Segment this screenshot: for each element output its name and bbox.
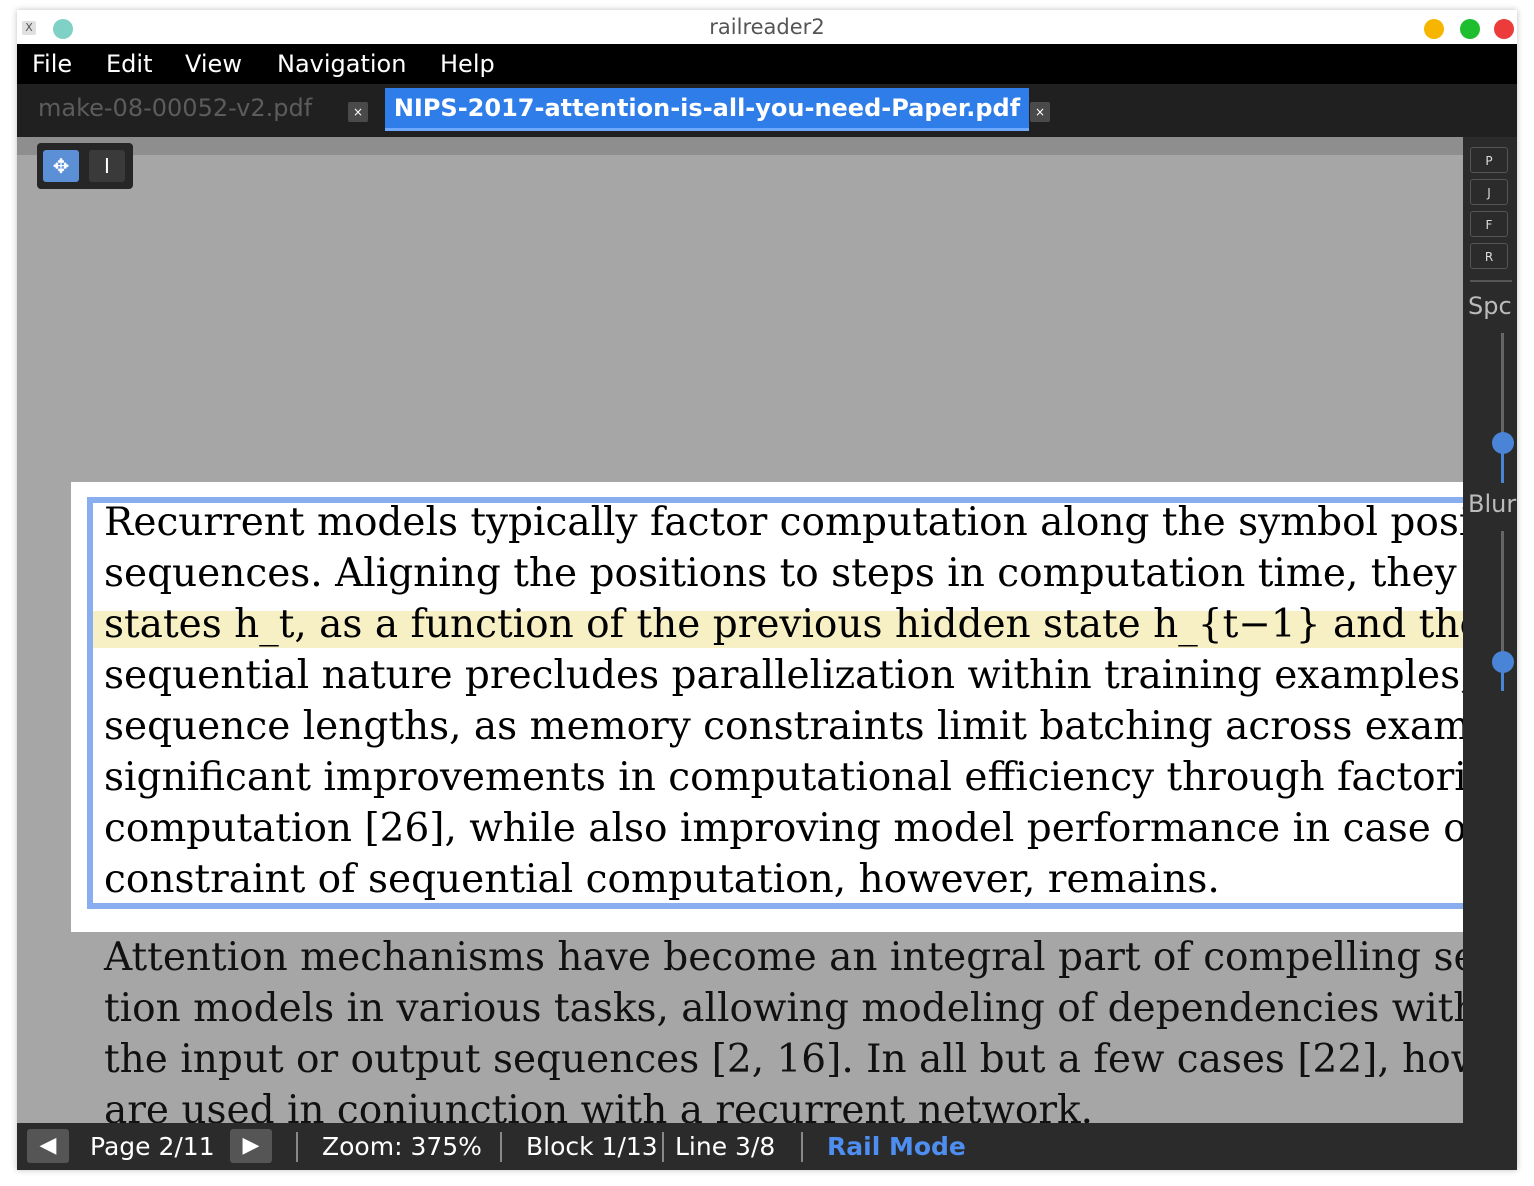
tab-close-icon[interactable]: × (348, 102, 368, 122)
blur-label: Blur (1468, 490, 1517, 518)
sidebar-divider (1470, 280, 1512, 282)
tab-attention-pdf[interactable]: NIPS-2017-attention-is-all-you-need-Pape… (385, 88, 1029, 131)
block-line: Recurrent models typically factor comput… (104, 500, 1463, 545)
menu-bar: File Edit View Navigation Help (17, 44, 1517, 84)
speed-slider-track[interactable] (1501, 333, 1504, 443)
line-indicator: Line 3/8 (675, 1132, 776, 1161)
tab-bar: make-08-00052-v2.pdf × NIPS-2017-attenti… (17, 84, 1517, 137)
window-title: railreader2 (709, 15, 825, 39)
sidebar-button-p[interactable]: P (1470, 147, 1508, 173)
document-viewer[interactable]: ✥ I Recurrent models typically factor co… (17, 137, 1463, 1123)
mode-indicator: Rail Mode (827, 1132, 966, 1161)
sidebar-button-r[interactable]: R (1470, 243, 1508, 269)
status-bar: ◀ Page 2/11 ▶ Zoom: 375% Block 1/13 Line… (17, 1123, 1517, 1170)
next-block-line: tion models in various tasks, allowing m… (104, 986, 1463, 1031)
next-page-button[interactable]: ▶ (230, 1129, 272, 1163)
minimize-button[interactable] (1424, 19, 1444, 39)
tab-close-icon[interactable]: × (1030, 102, 1050, 122)
tool-group: ✥ I (37, 143, 133, 189)
zoom-indicator: Zoom: 375% (322, 1132, 482, 1161)
app-window: X railreader2 File Edit View Navigation … (17, 10, 1517, 1170)
menu-help[interactable]: Help (440, 44, 495, 84)
viewer-top-band (17, 137, 1463, 155)
title-bar[interactable]: X railreader2 (17, 10, 1517, 44)
next-block-line: Attention mechanisms have become an inte… (104, 935, 1463, 980)
next-block-line: the input or output sequences [2, 16]. I… (104, 1037, 1463, 1082)
status-divider (801, 1132, 803, 1162)
block-line: sequential nature precludes parallelizat… (104, 653, 1463, 698)
text-select-tool-button[interactable]: I (89, 150, 125, 182)
blur-slider-handle[interactable] (1492, 651, 1514, 673)
move-tool-button[interactable]: ✥ (43, 150, 79, 182)
chevron-right-icon: ▶ (242, 1133, 260, 1158)
block-line: sequences. Aligning the positions to ste… (104, 551, 1463, 596)
block-line: computation [26], while also improving m… (104, 806, 1463, 851)
maximize-button[interactable] (1460, 19, 1480, 39)
block-line: constraint of sequential computation, ho… (104, 857, 1220, 902)
right-sidebar: P J F R Spc Blur (1463, 137, 1517, 1123)
block-indicator: Block 1/13 (526, 1132, 658, 1161)
page-indicator: Page 2/11 (90, 1132, 215, 1161)
status-divider (662, 1132, 664, 1162)
next-block-line: are used in conjunction with a recurrent… (104, 1088, 1094, 1123)
move-icon: ✥ (52, 154, 70, 178)
tab-make-pdf[interactable]: make-08-00052-v2.pdf (38, 88, 312, 128)
speed-label: Spc (1468, 292, 1512, 320)
blur-slider-track[interactable] (1501, 531, 1504, 661)
prev-page-button[interactable]: ◀ (27, 1129, 69, 1163)
menu-navigation[interactable]: Navigation (277, 44, 406, 84)
sidebar-button-j[interactable]: J (1470, 179, 1508, 205)
speed-slider-handle[interactable] (1492, 432, 1514, 454)
menu-file[interactable]: File (32, 44, 72, 84)
close-window-button[interactable] (1494, 19, 1514, 39)
block-line-highlighted: states h_t, as a function of the previou… (104, 602, 1463, 647)
status-divider (296, 1132, 298, 1162)
chevron-left-icon: ◀ (39, 1133, 57, 1158)
block-line: significant improvements in computationa… (104, 755, 1463, 800)
menu-view[interactable]: View (185, 44, 242, 84)
block-line: sequence lengths, as memory constraints … (104, 704, 1463, 749)
status-divider (500, 1132, 502, 1162)
menu-edit[interactable]: Edit (106, 44, 152, 84)
text-cursor-icon: I (104, 154, 110, 178)
sidebar-button-f[interactable]: F (1470, 211, 1508, 237)
